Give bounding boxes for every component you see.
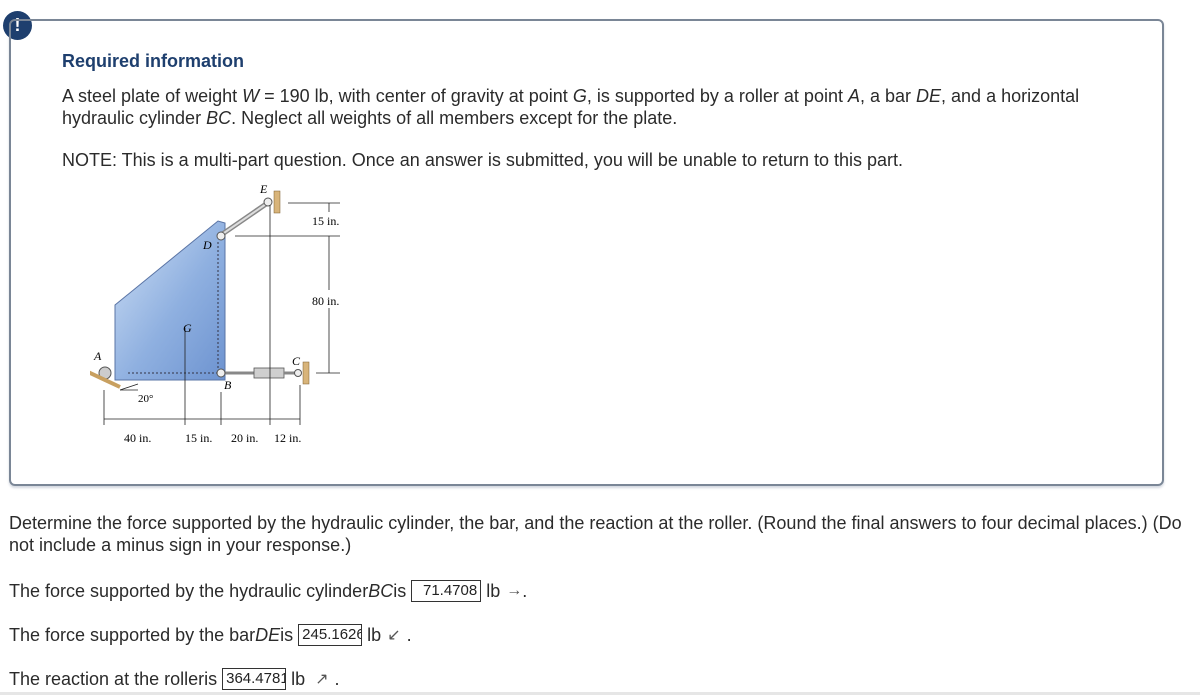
dim-80-vertical: 80 in. [312,294,339,308]
pin-b [216,368,226,378]
arrow-up-right-icon: ↗ [315,671,329,688]
text: , is supported by a roller at point [586,86,848,106]
label-e: E [259,182,268,196]
pin-d [216,231,226,241]
answer-mid: is [393,580,407,601]
problem-statement: A steel plate of weight W = 190 lb, with… [62,85,1142,129]
wall-c [302,361,310,385]
period: . [406,624,412,645]
var-bc: BC [206,108,232,128]
mechanics-figure: E D G A B C 20° 15 in. 80 in. 40 in. 15 … [90,182,340,445]
pin-e [263,197,273,207]
label-c: C [292,354,301,368]
bar-de-highlight [220,201,270,236]
unit-label: lb [486,580,501,601]
answer-mid: is [204,668,218,689]
note-text: NOTE: This is a multi-part question. Onc… [62,150,904,170]
pin-c [294,369,302,377]
var-a: A [847,86,860,106]
wall-e [273,190,281,214]
answer-var: DE [255,624,281,645]
dim-12: 12 in. [274,431,301,445]
text: = 190 lb, with center of gravity at poin… [259,86,573,106]
answer-var: BC [368,580,394,601]
var-de: DE [916,86,942,106]
arrow-down-left-icon: ↙ [387,627,401,644]
period: . [334,668,340,689]
period: . [522,580,528,601]
dim-15: 15 in. [185,431,212,445]
angle-incline-line [119,383,139,391]
label-g: G [183,321,192,335]
var-g: G [572,86,587,106]
text: . Neglect all weights of all members exc… [231,108,678,128]
answer-mid: is [280,624,294,645]
cylinder-force-input[interactable]: 71.4708 [411,580,482,602]
dim-40: 40 in. [124,431,151,445]
answer-prefix: The force supported by the hydraulic cyl… [9,580,369,601]
question-text: Determine the force supported by the hyd… [9,513,1182,555]
dim-15-vertical: 15 in. [312,214,339,228]
unit-label: lb [367,624,382,645]
hydraulic-cylinder [253,367,285,379]
answer-row-cylinder: The force supported by the hydraulic cyl… [9,580,527,602]
angle-label: 20° [138,393,153,405]
label-d: D [202,238,212,252]
arrow-right-icon: → [506,582,523,599]
answer-prefix: The reaction at the roller [9,668,205,689]
info-title: Required information [62,51,245,71]
roller-reaction-input[interactable]: 364.4781 [222,668,287,690]
dim-20: 20 in. [231,431,258,445]
label-b: B [224,378,232,392]
answer-row-roller: The reaction at the roller is 364.4781 l… [9,668,340,690]
text: A steel plate of weight [62,86,243,106]
unit-label: lb [291,668,306,689]
answer-prefix: The force supported by the bar [9,624,256,645]
answer-row-bar: The force supported by the bar DE is 245… [9,624,412,646]
text: , a bar [859,86,917,106]
var-w: W [242,86,260,106]
label-a: A [93,349,102,363]
bar-force-input[interactable]: 245.1626 [298,624,363,646]
